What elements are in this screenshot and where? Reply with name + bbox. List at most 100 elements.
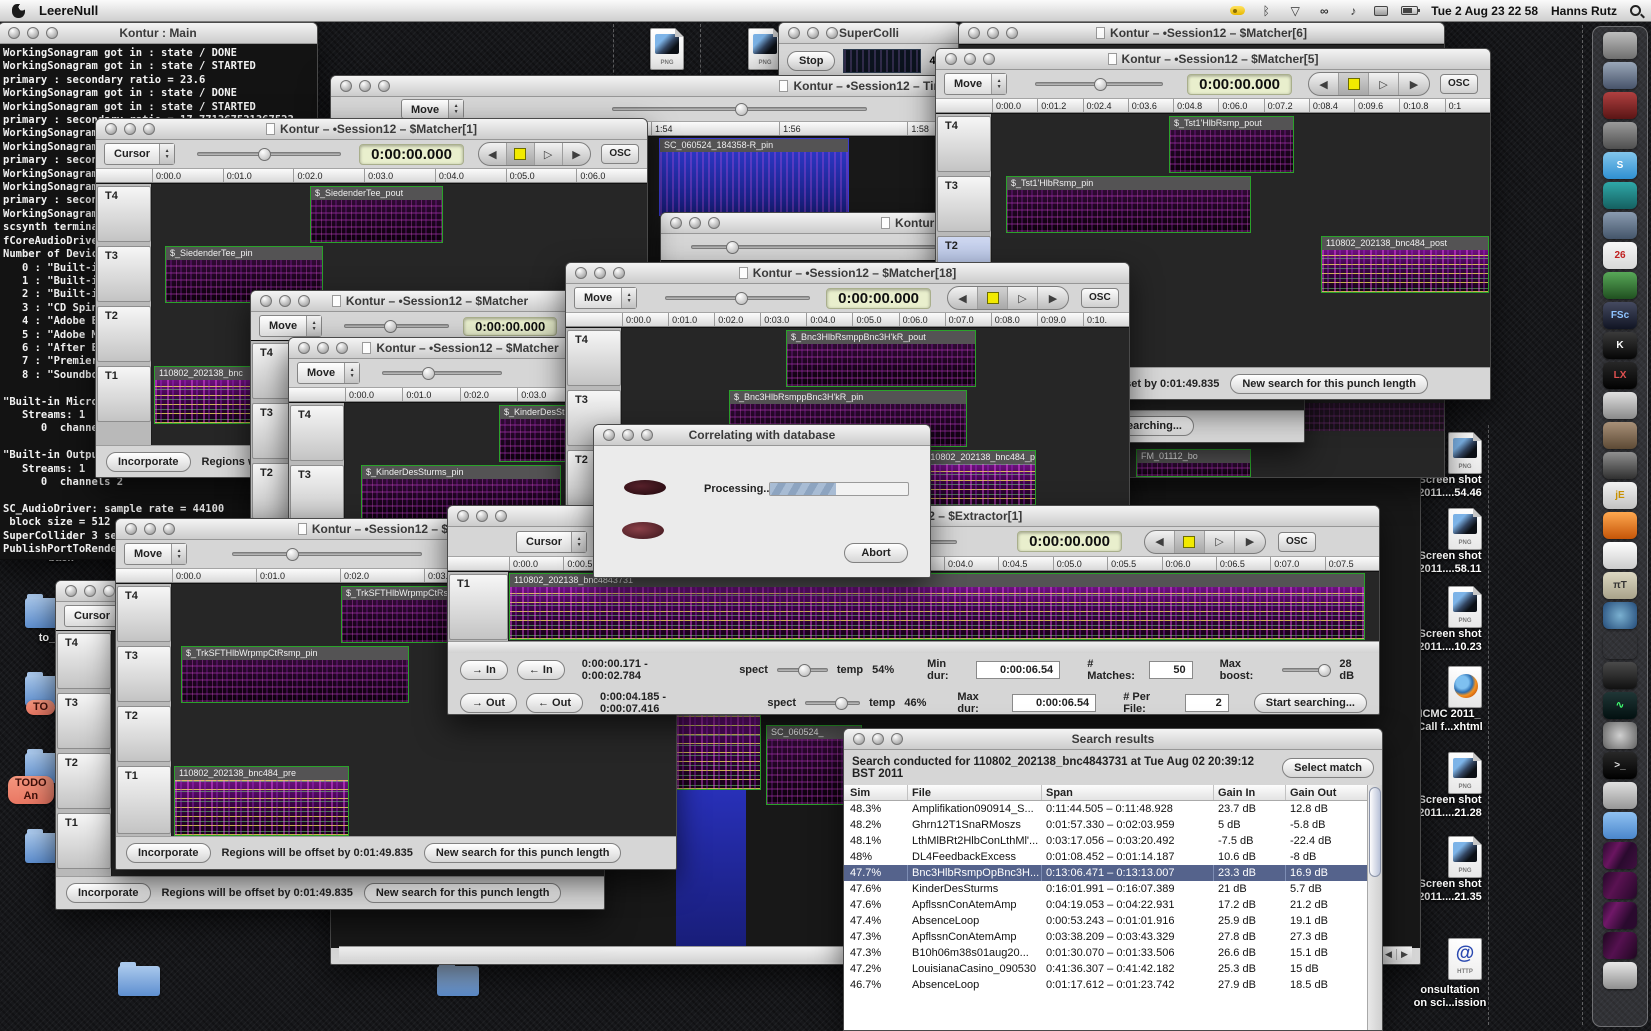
terminal-app[interactable]: >_ bbox=[1603, 752, 1637, 779]
track-header-t2[interactable]: T2 bbox=[57, 753, 111, 809]
audio-region[interactable]: 110802_202138_bnc484_post bbox=[1321, 236, 1489, 293]
go-to-end-button[interactable]: ▶ bbox=[1038, 287, 1068, 309]
png-file-icon[interactable]: PNG bbox=[1448, 836, 1482, 878]
titlebar[interactable]: Kontur – •Session12 – $Matcher[5] bbox=[936, 49, 1490, 70]
zoom-button[interactable] bbox=[378, 80, 390, 92]
camera[interactable] bbox=[1603, 32, 1637, 59]
png-file-icon[interactable]: PNG bbox=[1448, 752, 1482, 794]
tool-mode-select[interactable]: Cursor▲▼ bbox=[104, 143, 175, 165]
result-row[interactable]: 48.1% LthMlBRt2HlbConLthMl'... 0:03:17.0… bbox=[844, 833, 1382, 849]
gasmask-app[interactable] bbox=[1603, 422, 1637, 449]
audio-region[interactable]: $_Tst1'HlbRsmp_pout bbox=[1169, 116, 1294, 173]
folder-icon[interactable] bbox=[437, 966, 479, 996]
stop-server-button[interactable]: Stop bbox=[787, 51, 835, 71]
zoom-button[interactable] bbox=[891, 733, 903, 745]
titlebar[interactable]: Kontur – •Session12 – $Matcher[18] bbox=[566, 263, 1129, 284]
go-to-end-button[interactable]: ▶ bbox=[1235, 531, 1265, 553]
result-row[interactable]: 47.6% KinderDesSturms 0:16:01.991 – 0:16… bbox=[844, 881, 1382, 897]
slider-knob[interactable] bbox=[726, 241, 739, 254]
track-header-t3[interactable]: T3 bbox=[937, 176, 991, 232]
start-searching-button[interactable]: Start searching... bbox=[1254, 693, 1367, 713]
zoom-button[interactable] bbox=[103, 585, 115, 597]
titlebar[interactable]: Kontur : Main bbox=[0, 23, 317, 44]
track-header-t3[interactable]: T3 bbox=[290, 465, 344, 521]
downloads-folder[interactable] bbox=[1603, 812, 1637, 839]
track-header-t2[interactable]: T2 bbox=[97, 306, 151, 362]
tool-mode-select[interactable]: Cursor▲▼ bbox=[516, 531, 587, 553]
tool-mode-select[interactable]: Move▲▼ bbox=[944, 73, 1007, 95]
keychain-icon[interactable] bbox=[1230, 6, 1245, 15]
zoom-slider[interactable] bbox=[1035, 82, 1163, 86]
result-row[interactable]: 48.2% Ghrn12T1SnaRMoszs 0:01:57.330 – 0:… bbox=[844, 817, 1382, 833]
gimp[interactable] bbox=[1603, 632, 1637, 659]
go-to-start-button[interactable]: ◀ bbox=[1145, 531, 1175, 553]
result-row[interactable]: 48.3% Amplifikation090914_S... 0:11:44.5… bbox=[844, 801, 1382, 817]
teal-app[interactable] bbox=[1603, 182, 1637, 209]
track-header-t1[interactable]: T1 bbox=[117, 766, 171, 834]
spect-temp-slider[interactable] bbox=[805, 701, 860, 705]
go-to-start-button[interactable]: ◀ bbox=[948, 287, 978, 309]
column-header-gain-out[interactable]: Gain Out bbox=[1286, 785, 1368, 800]
new-search-button[interactable]: New search for this punch length bbox=[1230, 374, 1428, 394]
audio-region[interactable]: SC_060524_184358-R_pin bbox=[659, 138, 849, 216]
audio-region[interactable]: 110802_202138_bnc4843731 bbox=[509, 573, 1365, 640]
result-row[interactable]: 47.4% AbsenceLoop 0:00:53.243 – 0:01:01.… bbox=[844, 913, 1382, 929]
punch-out-back-button[interactable]: ← Out bbox=[526, 693, 583, 713]
zoom-button[interactable] bbox=[495, 510, 507, 522]
close-button[interactable] bbox=[65, 585, 77, 597]
scrollbar-thumb[interactable] bbox=[1369, 787, 1381, 877]
tracks-area[interactable]: T1 110802_202138_bnc4843731 bbox=[448, 571, 1379, 641]
lsx-app[interactable]: LX bbox=[1603, 362, 1637, 389]
titlebar[interactable]: Kontur – •Session12 – $Matcher[1] bbox=[96, 119, 647, 140]
punch-in-back-button[interactable]: ← In bbox=[517, 660, 565, 680]
titlebar[interactable]: SuperColli bbox=[779, 23, 959, 44]
osc-button[interactable]: OSC bbox=[601, 144, 639, 164]
zoom-button[interactable] bbox=[298, 295, 310, 307]
min-dur-field[interactable]: 0:00:06.54 bbox=[976, 661, 1060, 679]
go-to-start-button[interactable]: ◀ bbox=[1309, 73, 1339, 95]
audio-region[interactable]: 110802_202138_bnc484_pre bbox=[174, 766, 349, 836]
osc-button[interactable]: OSC bbox=[1278, 532, 1316, 552]
timeline-ruler[interactable]: 0:00.00:01.00:02.00:03.00:04.00:05.00:06… bbox=[96, 168, 647, 183]
spect-temp-slider[interactable] bbox=[777, 668, 828, 672]
track-header-t2[interactable]: T2 bbox=[117, 706, 171, 762]
punch-in-forward-button[interactable]: → In bbox=[460, 660, 508, 680]
close-button[interactable] bbox=[105, 123, 117, 135]
close-button[interactable] bbox=[8, 27, 20, 39]
audio-region[interactable]: $_TrkSFTHlbWrpmpCtRsmp_pin bbox=[181, 646, 409, 703]
column-header-gain-in[interactable]: Gain In bbox=[1214, 785, 1286, 800]
punch-out-forward-button[interactable]: → Out bbox=[460, 693, 517, 713]
trash[interactable] bbox=[1603, 962, 1637, 989]
go-to-end-button[interactable]: ▶ bbox=[563, 143, 591, 165]
zoom-slider[interactable] bbox=[612, 107, 867, 111]
result-row[interactable]: 47.3% ApflssnConAtemAmp 0:03:38.209 – 0:… bbox=[844, 929, 1382, 945]
track-header-t1[interactable]: T1 bbox=[97, 366, 151, 422]
spotlight-icon[interactable] bbox=[1630, 5, 1641, 16]
minimize-button[interactable] bbox=[964, 53, 976, 65]
inkscape[interactable] bbox=[1603, 662, 1637, 689]
new-search-button[interactable]: New search for this punch length bbox=[424, 843, 622, 863]
result-row[interactable]: 47.2% LouisianaCasino_090530 0:41:36.307… bbox=[844, 961, 1382, 977]
incorporate-button[interactable]: Incorporate bbox=[106, 452, 191, 472]
track-header-t4[interactable]: T4 bbox=[937, 116, 991, 172]
close-button[interactable] bbox=[788, 27, 800, 39]
result-row[interactable]: 47.7% Bnc3HlbRsmpOpBnc3H... 0:13:06.471 … bbox=[844, 865, 1382, 881]
zoom-button[interactable] bbox=[708, 217, 720, 229]
track-header-t4[interactable]: T4 bbox=[567, 330, 621, 386]
audio-region[interactable]: $_Bnc3HlbRsmppBnc3H'kR_pout bbox=[786, 330, 976, 387]
minimize-button[interactable] bbox=[987, 27, 999, 39]
play-button[interactable]: ▷ bbox=[1205, 531, 1235, 553]
stop-button[interactable] bbox=[1175, 531, 1205, 553]
fscape[interactable]: FSc bbox=[1603, 302, 1637, 329]
stop-button[interactable] bbox=[507, 143, 535, 165]
track-header-t1[interactable]: T1 bbox=[57, 813, 111, 869]
latex[interactable]: πT bbox=[1603, 572, 1637, 599]
tool-mode-select[interactable]: Move▲▼ bbox=[401, 99, 464, 119]
png-file-icon[interactable]: PNG bbox=[748, 28, 782, 70]
go-to-end-button[interactable]: ▶ bbox=[1399, 73, 1429, 95]
clock-label[interactable]: Tue 2 Aug 23 22 58 bbox=[1431, 4, 1538, 18]
zoom-slider[interactable] bbox=[344, 324, 449, 328]
zoom-button[interactable] bbox=[641, 429, 653, 441]
titlebar[interactable]: Kontur – •Session12 – $Matcher[6] bbox=[959, 23, 1444, 44]
timeline-ruler[interactable]: 0:00.00:01.00:02.00:03.00:04.00:05.00:06… bbox=[566, 312, 1129, 327]
